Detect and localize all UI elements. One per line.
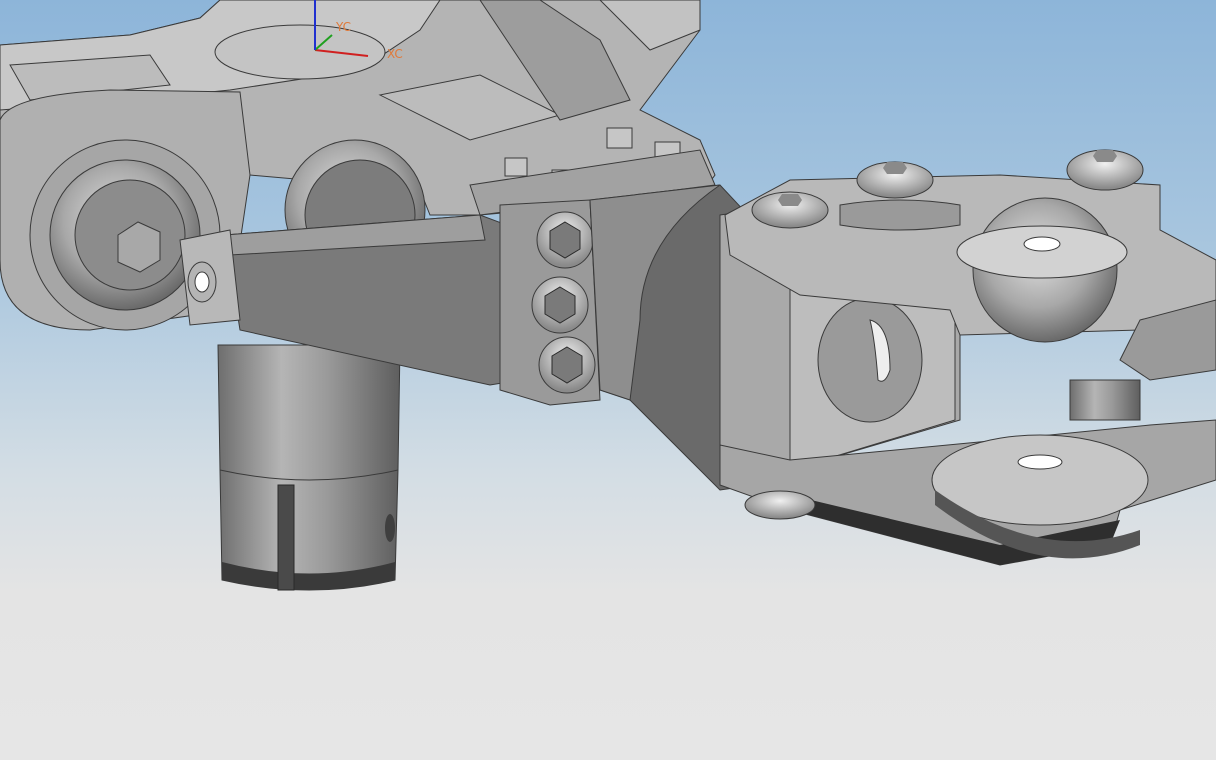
button-screw-icon <box>856 161 934 199</box>
arm-pin[interactable] <box>1069 379 1141 421</box>
graphics-viewport[interactable]: XC YC <box>0 0 1216 760</box>
socket-screw-icon <box>538 336 596 394</box>
vertical-shaft[interactable] <box>217 344 401 591</box>
button-screw-icon <box>751 191 829 229</box>
cad-model-view[interactable]: XC YC <box>0 0 1216 760</box>
socket-screw-icon <box>531 276 589 334</box>
socket-screw-icon <box>536 211 594 269</box>
button-screw-icon <box>1066 149 1144 191</box>
yc-axis-label: YC <box>335 20 351 34</box>
xc-axis-label: XC <box>387 47 403 61</box>
bolt-stack[interactable] <box>499 199 601 406</box>
